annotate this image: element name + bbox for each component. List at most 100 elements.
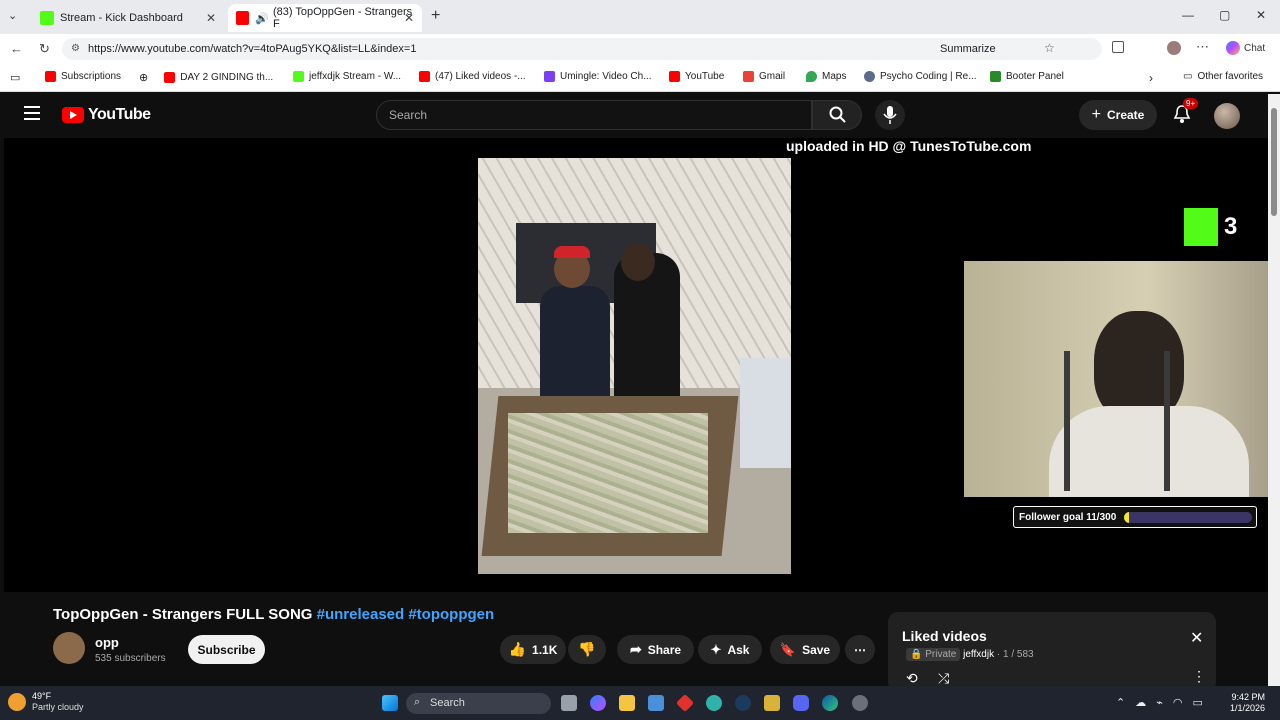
ask-button[interactable]: ✦ Ask [698,635,762,664]
taskbar-search[interactable]: ⌕ Search [406,693,551,714]
app-red-icon[interactable] [675,693,695,713]
minimize-icon[interactable]: — [1182,8,1194,22]
more-actions-button[interactable]: ⋯ [845,635,875,664]
share-button[interactable]: ➦ Share [617,635,694,664]
edge-browser-icon[interactable] [822,695,838,711]
kick-logo-icon [1184,208,1218,246]
close-tab-icon[interactable]: ✕ [404,11,414,25]
discord-icon[interactable] [793,695,809,711]
create-button[interactable]: + Create [1079,100,1157,130]
video-title: TopOppGen - Strangers FULL SONG #unrelea… [53,606,494,623]
channel-avatar[interactable] [53,632,85,664]
task-view-icon[interactable] [561,695,577,711]
chat-label: Chat [1244,42,1266,54]
playlist-title[interactable]: Liked videos [902,628,987,644]
tab-kick-dashboard[interactable]: Stream - Kick Dashboard ✕ [32,4,224,32]
search-input[interactable]: Search [376,100,812,130]
tab-youtube-video[interactable]: 🔊 (83) TopOppGen - Strangers F ✕ [228,4,422,32]
hashtag-topoppgen[interactable]: #topoppgen [408,606,494,623]
speaker-icon[interactable]: 🔊 [255,12,269,25]
loop-icon[interactable]: ⟲ [906,670,918,686]
playlist-owner[interactable]: jeffxdjk [963,649,994,660]
site-info-icon[interactable]: ⚙ [71,43,80,54]
dislike-button[interactable]: 👎 [568,635,606,664]
video-title-text: TopOppGen - Strangers FULL SONG [53,606,317,623]
tab-title: (83) TopOppGen - Strangers F [272,6,413,30]
search-button[interactable] [812,100,862,130]
bookmark-day-2-grinding[interactable]: ⊕ DAY 2 GINDING th... [139,71,273,84]
close-playlist-icon[interactable]: ✕ [1190,628,1203,648]
youtube-logo[interactable]: YouTube [62,106,151,124]
maximize-icon[interactable]: ▢ [1219,8,1230,22]
subscribe-button[interactable]: Subscribe [188,635,265,664]
settings-app-icon[interactable] [852,695,868,711]
bookmarks-bar: ▭ Subscriptions ⊕ DAY 2 GINDING th... jef… [0,64,1280,92]
reload-icon[interactable]: ↻ [39,41,50,57]
follower-goal-label: Follower goal 11/300 [1019,512,1117,523]
steam-icon[interactable] [735,695,751,711]
other-favorites[interactable]: ▭ Other favorites [1183,71,1263,82]
favorite-star-icon[interactable]: ☆ [1044,41,1055,55]
bookmark-gmail[interactable]: Gmail [743,71,785,82]
scrollbar-thumb[interactable] [1271,108,1277,216]
playlist-menu-icon[interactable]: ⋮ [1192,668,1206,685]
plus-icon: + [1091,106,1101,123]
playlist-panel: Liked videos 🔒 Private jeffxdjk · 1 / 58… [888,612,1216,686]
video-player[interactable]: uploaded in HD @ TunesToTube.com 3 Follo… [4,138,1268,592]
meta-separator: · [996,649,1001,660]
bookmark-liked-videos[interactable]: (47) Liked videos -... [419,71,526,82]
bookmark-label: Umingle: Video Ch... [560,71,652,82]
address-row: ← ↻ ⚙ https://www.youtube.com/watch?v=4t… [0,34,1280,64]
like-button[interactable]: 👍 1.1K [500,635,566,664]
channel-name[interactable]: opp [95,635,119,650]
browser-tab-strip: ⌄ Stream - Kick Dashboard ✕ 🔊 (83) TopOp… [0,0,1280,34]
playlist-position: 1 / 583 [1003,649,1034,660]
share-arrow-icon: ➦ [629,641,642,657]
copilot-icon[interactable] [590,695,606,711]
bookmarks-chevron-icon[interactable]: › [1149,71,1153,85]
bookmark-label: DAY 2 GINDING th... [180,72,274,83]
bookmark-label: YouTube [685,71,725,82]
voice-search-button[interactable] [875,100,905,130]
app-stack-icon[interactable] [764,695,780,711]
edge-dev-icon[interactable] [706,695,722,711]
file-explorer-icon[interactable] [619,695,635,711]
clock[interactable]: 9:42 PM 1/1/2026 [1230,692,1265,714]
close-tab-icon[interactable]: ✕ [206,11,216,25]
hashtag-unreleased[interactable]: #unreleased [317,606,405,623]
start-windows-icon[interactable] [382,695,398,711]
bookmark-maps[interactable]: Maps [806,71,846,82]
notifications-button[interactable]: 9+ [1173,98,1199,129]
bookmark-youtube[interactable]: YouTube [669,71,724,82]
new-tab-button[interactable]: + [431,7,440,25]
bookmark-psycho-coding[interactable]: Psycho Coding | Re... [864,71,977,82]
bookmark-umingle[interactable]: Umingle: Video Ch... [544,71,652,82]
system-tray[interactable]: ⌃☁⌁◠▭ [1116,696,1213,709]
more-menu-icon[interactable]: ⋯ [1196,39,1209,55]
bookmark-jeffxdjk-stream[interactable]: jeffxdjk Stream - W... [293,71,401,82]
bookmark-subscriptions[interactable]: Subscriptions [45,71,121,82]
weather-icon [8,693,26,711]
page-scrollbar[interactable] [1268,94,1280,686]
tab-list-button[interactable]: ⌄ [8,9,17,22]
save-button[interactable]: 🔖 Save [770,635,840,664]
thumbs-up-icon: 👍 [508,641,527,657]
weather-widget[interactable]: 49°F Partly cloudy [8,691,84,713]
bookmarks-apps-icon[interactable]: ▭ [10,71,20,84]
summarize-button[interactable]: Summarize [940,43,996,55]
hamburger-menu-icon[interactable] [24,106,40,120]
extensions-icon[interactable] [1112,41,1124,53]
back-icon[interactable]: ← [10,41,23,56]
bookmark-booter-panel[interactable]: Booter Panel [990,71,1064,82]
shuffle-icon[interactable]: ⤮ [938,670,949,686]
account-avatar[interactable] [1214,103,1240,129]
copilot-icon [1226,41,1240,55]
copilot-chat-button[interactable]: Chat [1226,41,1265,55]
bookmark-label: Booter Panel [1006,71,1064,82]
close-window-icon[interactable]: ✕ [1256,8,1266,22]
lock-icon: 🔒 Private [906,648,961,661]
profile-avatar-icon[interactable] [1167,41,1181,55]
address-bar[interactable]: ⚙ https://www.youtube.com/watch?v=4toPAu… [62,38,1102,60]
microphone-icon [883,106,897,124]
store-icon[interactable] [648,695,664,711]
